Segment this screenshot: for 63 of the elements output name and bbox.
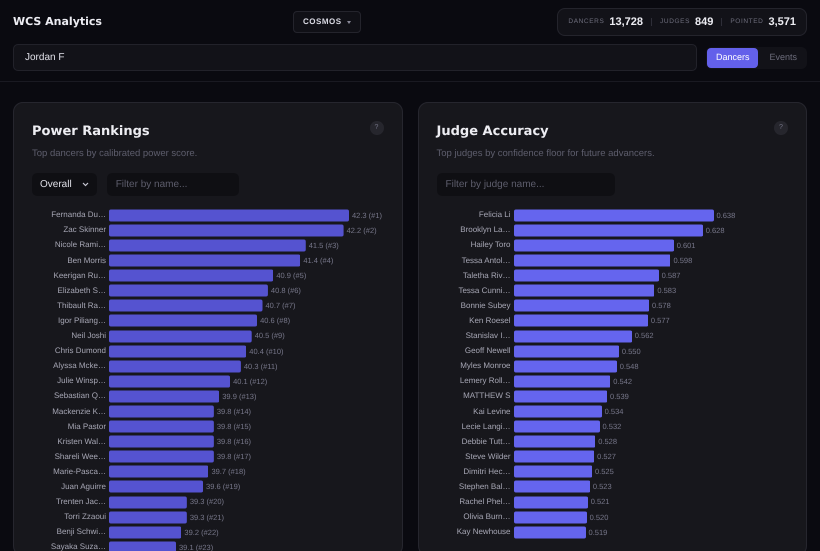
bar-label: Tessa Antol… <box>460 254 512 267</box>
bar-label: Trenten Jac… <box>55 496 107 508</box>
caret-icon <box>346 20 351 24</box>
scope-button[interactable]: COSMOS <box>293 11 361 33</box>
bar-label: Stephen Bal… <box>458 480 512 493</box>
filter-field[interactable]: Filter by judge name... <box>436 172 614 196</box>
bar-label: Torri Zzaoui <box>63 511 107 524</box>
bar-label: Stanislav I… <box>464 330 512 342</box>
search-field[interactable]: Jordan F <box>13 44 697 71</box>
bar-label: Kai Levine <box>472 406 512 418</box>
stat-value: 849 <box>695 14 714 30</box>
bar-label: Olivia Burn… <box>462 511 512 524</box>
bar-label: Geoff Newell <box>464 345 512 358</box>
bar-label: Felicia Li <box>478 209 512 222</box>
bar-label: Lemery Roll… <box>458 375 512 388</box>
bar-label: Kay Newhouse <box>456 526 512 538</box>
bar-label: Keerigan Ru… <box>52 270 107 282</box>
bar-label: Marie-Pasca… <box>52 466 107 478</box>
bar-label: Kristen Wal… <box>56 436 107 448</box>
view-tab[interactable]: Events <box>760 48 806 68</box>
stat-value: 13,728 <box>609 14 644 30</box>
bar-label: Juan Aguirre <box>60 480 107 493</box>
app-title: WCS Analytics <box>13 14 103 30</box>
panel-subtitle: Top judges by confidence floor for future advancers. <box>436 146 656 160</box>
bar-label: Debbie Tutt… <box>460 436 512 448</box>
bar-label: Julie Winsp… <box>56 375 107 388</box>
bar-label: Hailey Toro <box>470 239 512 252</box>
bar-label: Brooklyn La… <box>459 224 512 236</box>
bar-label: Rachel Phel… <box>458 496 512 508</box>
bar-label: Alyssa Mcke… <box>52 360 107 372</box>
bar-label: Sebastian Q… <box>52 390 107 402</box>
bar-label: Steve Wilder <box>464 450 512 463</box>
bar-label: Ben Morris <box>66 254 107 267</box>
bar-label: Bonnie Subey <box>460 300 512 312</box>
bar <box>109 541 176 551</box>
bar-label: Neil Joshi <box>70 330 107 342</box>
bar-label: Nicole Rami… <box>54 239 107 252</box>
panel-title: Power Rankings <box>32 123 150 141</box>
stat-value: 3,571 <box>768 14 796 30</box>
view-tab[interactable]: Dancers <box>706 48 758 68</box>
bar-label: Taletha Riv… <box>462 270 512 282</box>
bar-label: Mia Pastor <box>66 420 107 433</box>
bar-label: Ken Roesel <box>468 314 512 327</box>
category-dropdown[interactable]: Overall <box>32 172 97 196</box>
bar-label: Fernanda Du… <box>50 209 107 222</box>
bar-label: Shareli Wee… <box>54 450 107 463</box>
bar-label: Igor Piliang… <box>56 314 107 327</box>
bar-label: Myles Monroe <box>459 360 512 372</box>
bar-label: Elizabeth S… <box>56 284 107 297</box>
bar-label: Dimitri Hec… <box>462 466 512 478</box>
filter-field[interactable]: Filter by name... <box>106 172 239 196</box>
panel-subtitle: Top dancers by calibrated power score. <box>32 146 198 160</box>
bar-label: Tessa Cunni… <box>457 284 512 297</box>
bar-label: Zac Skinner <box>62 224 107 236</box>
bar-label: MATTHEW S <box>462 390 512 402</box>
chevron-icon <box>82 182 89 187</box>
bar-label: Chris Dumond <box>54 345 107 358</box>
bar-label: Thibault Ra… <box>56 300 107 312</box>
bar-label: Benji Schwi… <box>56 526 107 538</box>
bar-label: Sayaka Suza… <box>50 541 107 551</box>
bar-label: Lecie Langi… <box>460 420 512 433</box>
panel-title: Judge Accuracy <box>436 123 549 141</box>
bar-label: Mackenzie K… <box>51 406 107 418</box>
